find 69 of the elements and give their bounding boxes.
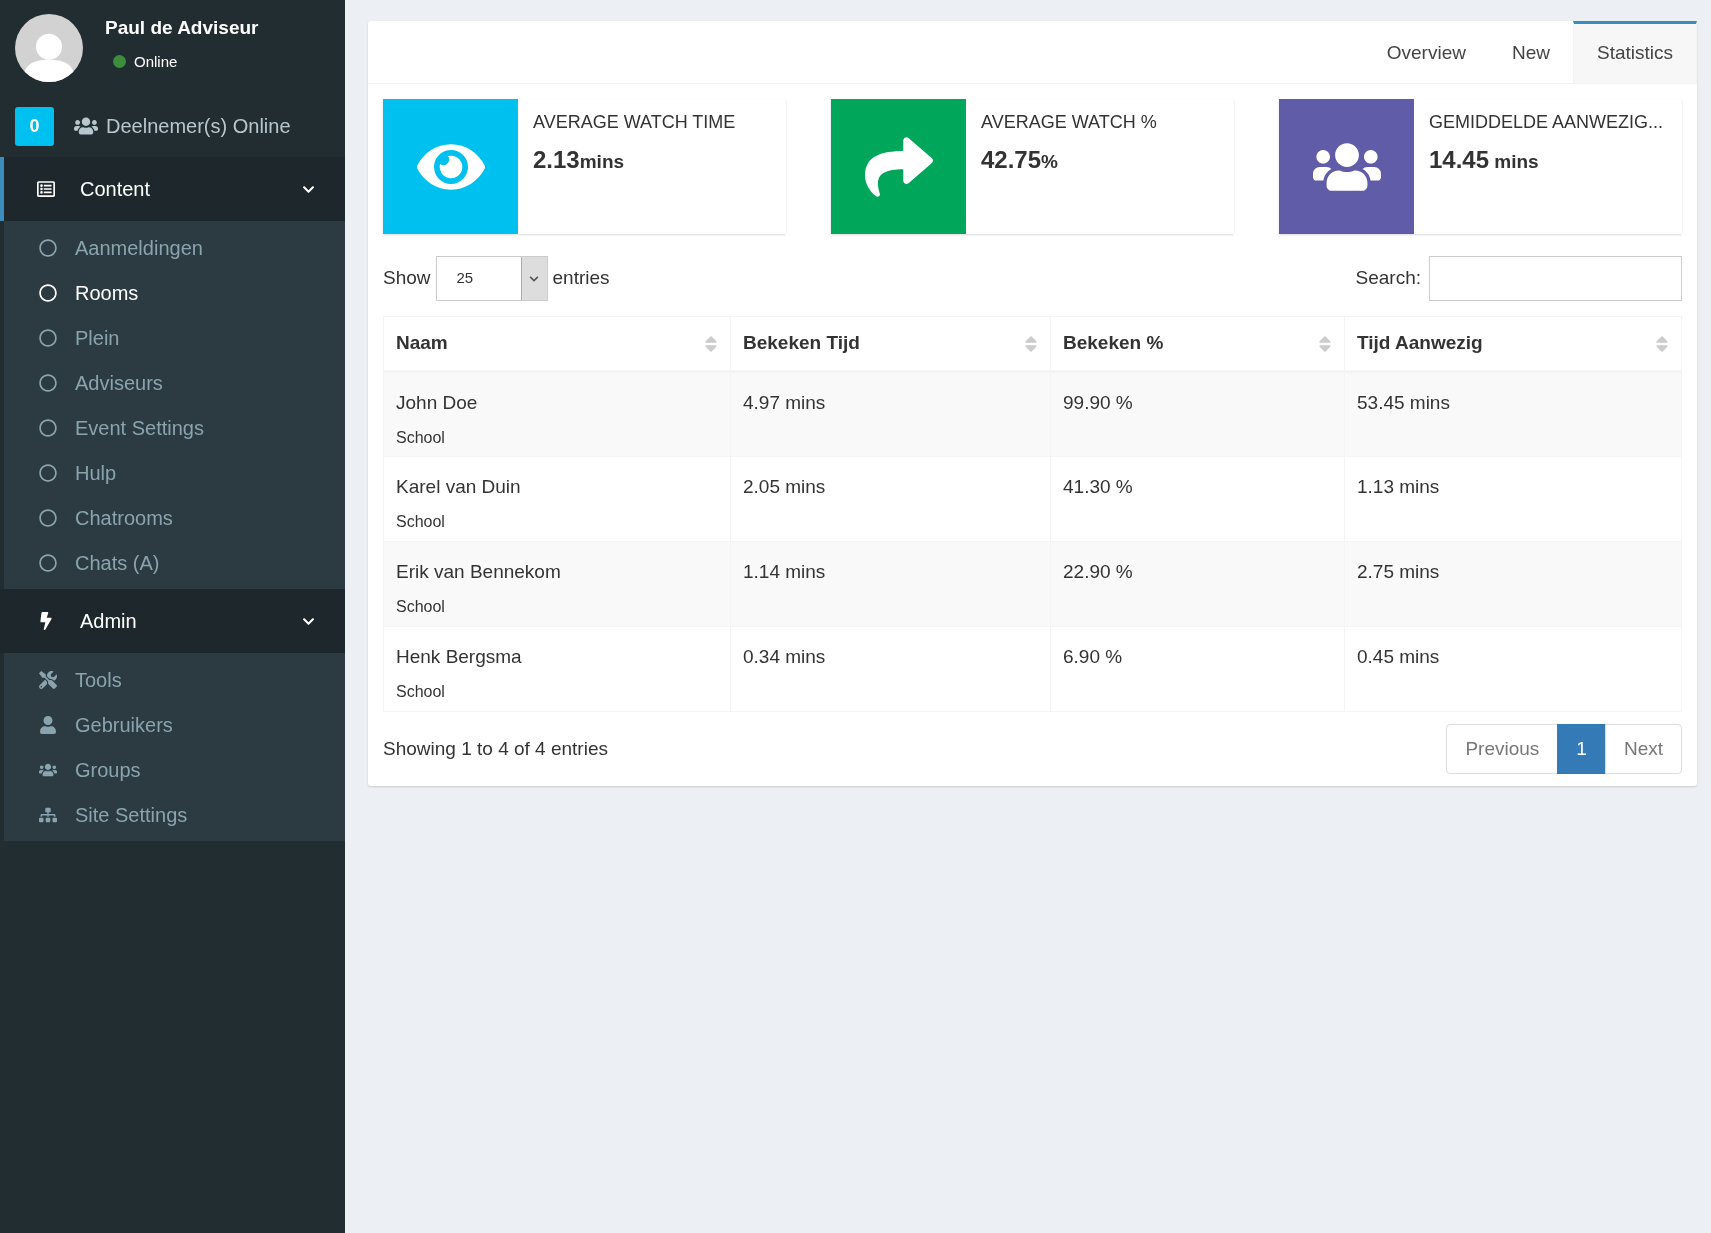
show-label: Show: [383, 266, 431, 291]
sort-icon: [1024, 333, 1038, 354]
search-field[interactable]: [1429, 256, 1682, 301]
table-cell: 0.45 mins: [1357, 646, 1440, 667]
page-button[interactable]: Previous: [1446, 724, 1559, 774]
table-cell: 2.05 mins: [743, 476, 826, 497]
menu-item[interactable]: Tools: [4, 657, 345, 702]
group-cell-text: School: [396, 511, 446, 532]
group-cell-text: School: [396, 681, 446, 702]
section-label: Admin: [80, 609, 138, 634]
menu-item[interactable]: Gebruikers: [4, 702, 345, 747]
search-label: Search:: [1355, 266, 1421, 291]
table-cell: 6.90 %: [1063, 646, 1123, 667]
menu-item[interactable]: Aanmeldingen: [4, 225, 345, 270]
sitemap-icon: [39, 805, 57, 824]
user-icon: [39, 715, 57, 734]
page-button[interactable]: Next: [1604, 724, 1682, 774]
entries-info: Showing 1 to 4 of 4 entries: [383, 736, 608, 761]
table-cell: 1.14 mins: [743, 561, 826, 582]
menu-item[interactable]: Groups: [4, 747, 345, 792]
page-button[interactable]: 1: [1557, 724, 1606, 774]
table-cell: 41.30 %: [1063, 476, 1133, 497]
section-label: Content: [80, 177, 152, 202]
name-cell-text: John Doe: [396, 391, 479, 415]
status-text: Online: [134, 51, 178, 72]
info-box-value: 2.13mins: [533, 145, 626, 175]
entries-select[interactable]: 25: [435, 256, 548, 301]
menu-item[interactable]: Site Settings: [4, 792, 345, 837]
sort-icon: [1318, 333, 1332, 354]
menu-item[interactable]: Event Settings: [4, 405, 345, 450]
sort-icon: [1655, 333, 1669, 354]
user-name: Paul de Adviseur: [105, 16, 259, 40]
tools-icon: [39, 670, 57, 689]
menu-item[interactable]: Plein: [4, 315, 345, 360]
menu-section[interactable]: Content: [0, 157, 345, 221]
info-box-title: AVERAGE WATCH %: [981, 111, 1157, 134]
document-icon: [37, 180, 55, 198]
info-box-value: 42.75%: [981, 145, 1059, 175]
sort-icon: [704, 333, 718, 354]
info-box-title: GEMIDDELDE AANWEZIG...: [1429, 111, 1664, 134]
online-label: Deelnemer(s) Online: [106, 114, 291, 139]
tab[interactable]: Overview: [1363, 21, 1489, 83]
bolt-icon: [37, 612, 55, 630]
group-cell-text: School: [396, 427, 446, 448]
menu-item[interactable]: Chats (A): [4, 540, 345, 585]
table-cell: 2.75 mins: [1357, 561, 1440, 582]
entries-label: entries: [552, 266, 610, 291]
table-cell: 53.45 mins: [1357, 392, 1450, 413]
count-badge: 0: [15, 106, 54, 146]
table-cell: 99.90 %: [1063, 392, 1133, 413]
tab[interactable]: New: [1488, 21, 1573, 83]
menu-item[interactable]: Hulp: [4, 450, 345, 495]
menu-item[interactable]: Rooms: [4, 270, 345, 315]
menu-item[interactable]: Adviseurs: [4, 360, 345, 405]
name-cell-text: Henk Bergsma: [396, 645, 523, 669]
menu-section[interactable]: Admin: [0, 589, 345, 653]
name-cell-text: Karel van Duin: [396, 475, 522, 499]
table-cell: 4.97 mins: [743, 392, 826, 413]
menu-item[interactable]: Chatrooms: [4, 495, 345, 540]
info-box-value: 14.45 mins: [1429, 145, 1540, 175]
group-cell-text: School: [396, 596, 446, 617]
tab[interactable]: Statistics: [1572, 21, 1697, 83]
table-cell: 0.34 mins: [743, 646, 826, 667]
table-cell: 1.13 mins: [1357, 476, 1440, 497]
table-cell: 22.90 %: [1063, 561, 1133, 582]
info-box-title: AVERAGE WATCH TIME: [533, 111, 736, 134]
users-icon: [74, 116, 98, 136]
name-cell-text: Erik van Bennekom: [396, 560, 562, 584]
caret-icon: [529, 273, 540, 284]
